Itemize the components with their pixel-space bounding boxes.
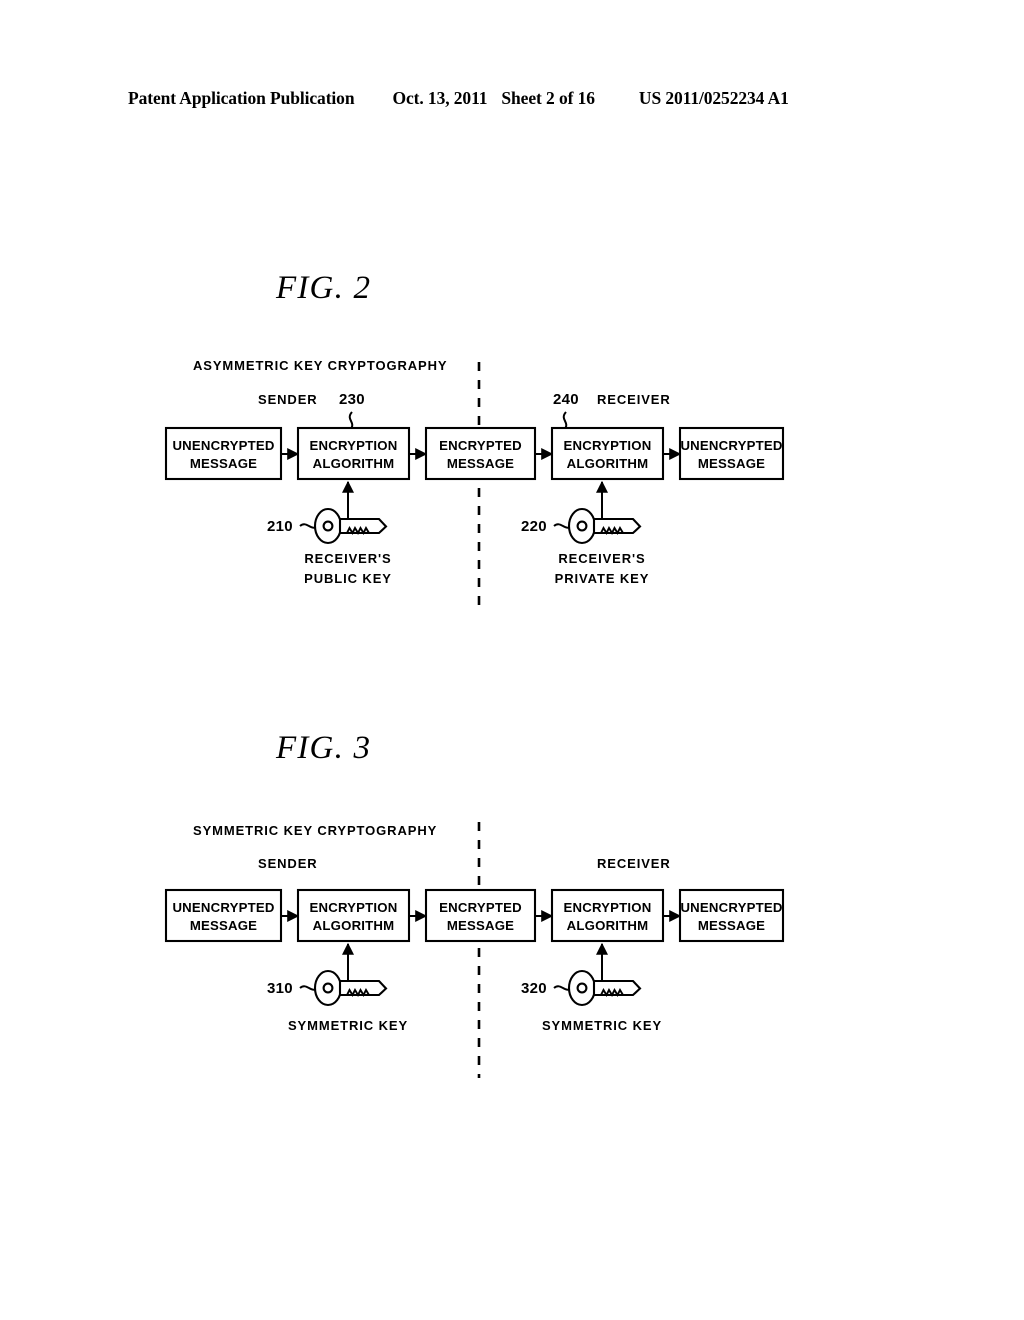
figure-3-receiver-label: RECEIVER	[597, 856, 671, 871]
figure-3-key-left-ref: 310	[267, 980, 293, 997]
figure-3-key-right: 320 SYMMETRIC KEY	[521, 969, 662, 1033]
figure-2-box-1: UNENCRYPTED MESSAGE	[164, 426, 283, 481]
figure-2-key-left-line1: RECEIVER'S	[304, 551, 391, 566]
figure-2-key-right: 220 RECEIVER'S PRIVATE KEY	[521, 507, 650, 586]
figure-3-box-2-line2: ALGORITHM	[313, 918, 395, 933]
figure-3-box-1-line2: MESSAGE	[190, 918, 257, 933]
figure-2-key-right-line1: RECEIVER'S	[558, 551, 645, 566]
header-publication-label: Patent Application Publication	[128, 88, 355, 108]
figure-2-box-5-line1: UNENCRYPTED	[680, 438, 782, 453]
figure-3-box-5: UNENCRYPTED MESSAGE	[678, 888, 785, 943]
figure-3-box-3: ENCRYPTED MESSAGE	[424, 888, 537, 943]
figure-3-box-3-line2: MESSAGE	[447, 918, 514, 933]
header-date-label: Oct. 13, 2011	[392, 88, 488, 108]
header-sheet-label: Sheet 2 of 16	[501, 88, 595, 108]
figure-2-box-2: ENCRYPTION ALGORITHM	[296, 426, 411, 481]
header-patent-number: US 2011/0252234 A1	[638, 88, 789, 108]
figure-2-box-3-line1: ENCRYPTED	[439, 438, 522, 453]
key-icon	[313, 969, 388, 1007]
key-icon	[567, 969, 642, 1007]
figure-3-box-2: ENCRYPTION ALGORITHM	[296, 888, 411, 943]
figure-2-box-1-line1: UNENCRYPTED	[172, 438, 274, 453]
figure-2-box-2-line1: ENCRYPTION	[310, 438, 398, 453]
figure-3-key-left-line1: SYMMETRIC KEY	[288, 1018, 408, 1033]
figure-2-box-3: ENCRYPTED MESSAGE	[424, 426, 537, 481]
figure-2-box-2-line2: ALGORITHM	[313, 456, 395, 471]
figure-3-sender-label: SENDER	[258, 856, 318, 871]
figure-2-ref-230: 230	[339, 391, 365, 408]
figure-2-key-left: 210 RECEIVER'S PUBLIC KEY	[267, 507, 392, 586]
figure-2-box-5-line2: MESSAGE	[698, 456, 765, 471]
figure-3: FIG. 3 SYMMETRIC KEY CRYPTOGRAPHY SENDER…	[0, 730, 1024, 1100]
figure-2-ref-240: 240	[553, 391, 579, 408]
figure-2: FIG. 2 ASYMMETRIC KEY CRYPTOGRAPHY SENDE…	[0, 270, 1024, 630]
figure-3-box-4: ENCRYPTION ALGORITHM	[550, 888, 665, 943]
page-header: Patent Application Publication Oct. 13, …	[128, 88, 896, 114]
figure-2-sender-label: SENDER	[258, 392, 318, 407]
figure-2-box-4-line1: ENCRYPTION	[564, 438, 652, 453]
figure-3-box-3-line1: ENCRYPTED	[439, 900, 522, 915]
figure-2-box-4: ENCRYPTION ALGORITHM	[550, 426, 665, 481]
figure-3-drawing: SYMMETRIC KEY CRYPTOGRAPHY SENDER RECEIV…	[164, 822, 785, 1078]
figure-2-drawing: ASYMMETRIC KEY CRYPTOGRAPHY SENDER RECEI…	[164, 358, 785, 606]
figure-3-key-left: 310 SYMMETRIC KEY	[267, 969, 408, 1033]
figure-3-box-5-line1: UNENCRYPTED	[680, 900, 782, 915]
figure-2-box-5: UNENCRYPTED MESSAGE	[678, 426, 785, 481]
figure-2-key-left-ref: 210	[267, 518, 293, 535]
key-icon	[567, 507, 642, 545]
figure-3-box-4-line1: ENCRYPTION	[564, 900, 652, 915]
figure-2-receiver-label: RECEIVER	[597, 392, 671, 407]
figure-3-key-right-ref: 320	[521, 980, 547, 997]
figure-3-box-1: UNENCRYPTED MESSAGE	[164, 888, 283, 943]
figure-3-box-1-line1: UNENCRYPTED	[172, 900, 274, 915]
figure-3-box-4-line2: ALGORITHM	[567, 918, 649, 933]
key-icon	[313, 507, 388, 545]
figure-2-box-1-line2: MESSAGE	[190, 456, 257, 471]
figure-2-key-right-line2: PRIVATE KEY	[555, 571, 650, 586]
figure-2-box-3-line2: MESSAGE	[447, 456, 514, 471]
figure-2-box-4-line2: ALGORITHM	[567, 456, 649, 471]
figure-2-scheme-label: ASYMMETRIC KEY CRYPTOGRAPHY	[193, 358, 447, 373]
figure-3-box-2-line1: ENCRYPTION	[310, 900, 398, 915]
figure-3-key-right-line1: SYMMETRIC KEY	[542, 1018, 662, 1033]
figure-2-key-right-ref: 220	[521, 518, 547, 535]
figure-3-box-5-line2: MESSAGE	[698, 918, 765, 933]
figure-3-scheme-label: SYMMETRIC KEY CRYPTOGRAPHY	[193, 823, 437, 838]
figure-2-key-left-line2: PUBLIC KEY	[304, 571, 392, 586]
